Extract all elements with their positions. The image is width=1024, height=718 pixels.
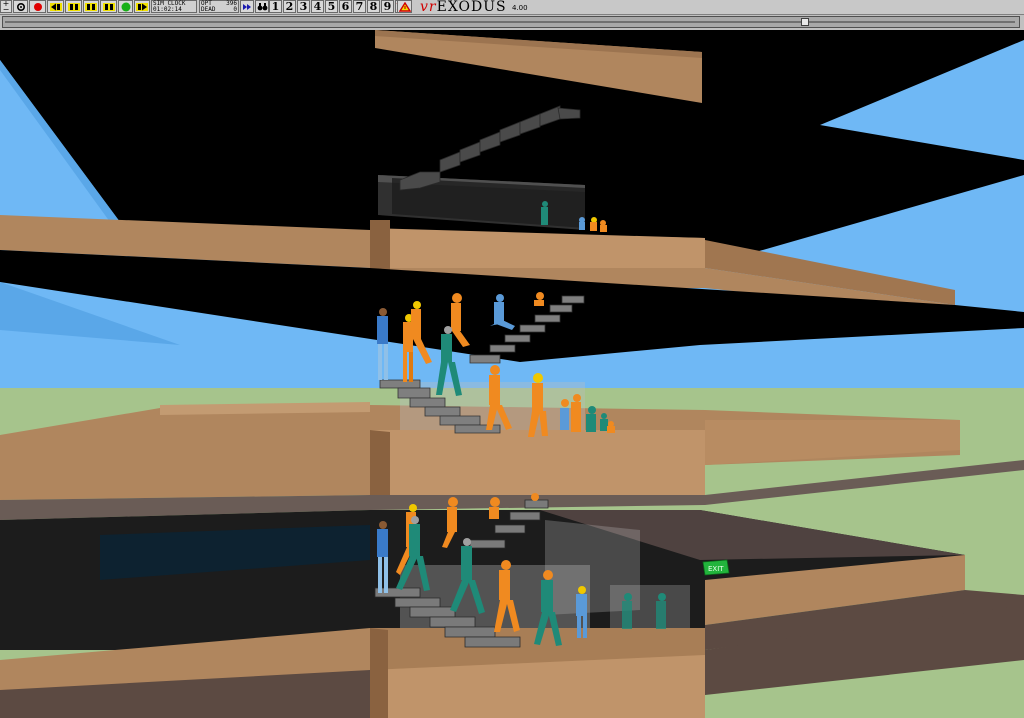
timeline-scrubber[interactable] bbox=[2, 16, 1020, 28]
step-back-button[interactable] bbox=[65, 0, 82, 13]
occupant bbox=[489, 497, 500, 519]
view-4-button[interactable]: 4 bbox=[311, 0, 324, 13]
speed-icon[interactable] bbox=[240, 0, 254, 13]
view-1-button[interactable]: 1 bbox=[269, 0, 282, 13]
brand-prefix: vr bbox=[420, 0, 437, 15]
occupant-counter: OPT 396 DEAD 0 bbox=[199, 0, 239, 13]
sim-clock-value: 01:02:14 bbox=[153, 6, 182, 13]
view-5-button[interactable]: 5 bbox=[325, 0, 338, 13]
dead-value: 0 bbox=[233, 6, 237, 13]
view-6-button[interactable]: 6 bbox=[339, 0, 352, 13]
exit-sign-text: EXIT bbox=[708, 565, 724, 573]
view-9-button[interactable]: 9 bbox=[381, 0, 394, 13]
occupant bbox=[560, 399, 569, 430]
version-label: 4.00 bbox=[512, 4, 528, 12]
play-button[interactable] bbox=[118, 0, 133, 13]
settings-icon[interactable] bbox=[13, 0, 28, 13]
scene-3d: EXIT bbox=[0, 30, 1024, 718]
dead-label: DEAD bbox=[201, 6, 216, 13]
sim-clock-readout: SIM CLOCK 01:02:14 bbox=[151, 0, 197, 13]
occupant bbox=[579, 217, 585, 230]
view-2-button[interactable]: 2 bbox=[283, 0, 296, 13]
window-resize-button[interactable]: + − bbox=[0, 0, 12, 13]
alarm-icon[interactable] bbox=[397, 0, 412, 13]
view-8-button[interactable]: 8 bbox=[367, 0, 380, 13]
rewind-button[interactable] bbox=[47, 0, 64, 13]
view-3-button[interactable]: 3 bbox=[297, 0, 310, 13]
occupant bbox=[531, 493, 539, 501]
fast-forward-button[interactable] bbox=[134, 0, 150, 13]
record-button[interactable] bbox=[29, 0, 46, 13]
app-logo: vrEXODUS bbox=[420, 0, 507, 15]
binoculars-icon[interactable] bbox=[255, 0, 269, 13]
brand-name: EXODUS bbox=[436, 0, 507, 15]
view-7-button[interactable]: 7 bbox=[353, 0, 366, 13]
timeline-thumb[interactable] bbox=[801, 18, 809, 26]
occupant bbox=[600, 413, 608, 431]
timeline-track bbox=[5, 21, 1015, 23]
simulation-viewport[interactable]: EXIT bbox=[0, 30, 1024, 718]
step-forward-button[interactable] bbox=[100, 0, 117, 13]
pause-button[interactable] bbox=[83, 0, 99, 13]
main-toolbar: + − SIM CLOCK 01:02:14 OPT 396 DEAD 0 123… bbox=[0, 0, 1024, 15]
exit-sign: EXIT bbox=[702, 559, 730, 576]
